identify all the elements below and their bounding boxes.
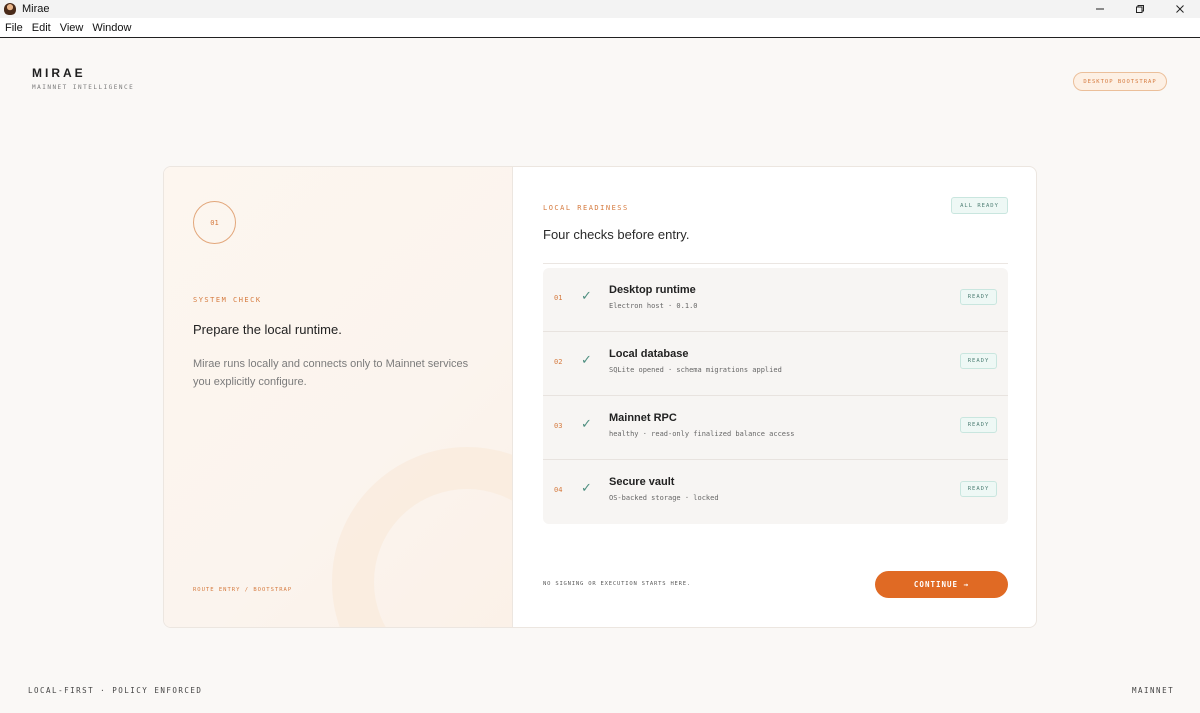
- check-number: 03: [554, 422, 563, 430]
- menu-view[interactable]: View: [60, 22, 84, 34]
- checkmark-icon: ✓: [581, 288, 592, 303]
- minimize-button[interactable]: [1080, 0, 1120, 18]
- check-title: Mainnet RPC: [609, 412, 677, 424]
- check-detail: OS-backed storage · locked: [609, 494, 719, 502]
- window-controls: [1080, 0, 1200, 18]
- continue-button[interactable]: CONTINUE →: [875, 571, 1008, 598]
- readiness-heading: Four checks before entry.: [543, 227, 690, 242]
- check-detail: Electron host · 0.1.0: [609, 302, 698, 310]
- mode-badge: DESKTOP BOOTSTRAP: [1073, 72, 1167, 91]
- brand-name: MIRAE: [32, 66, 86, 80]
- status-badge: READY: [960, 289, 997, 305]
- footnote: NO SIGNING OR EXECUTION STARTS HERE.: [543, 581, 692, 587]
- brand: MIRAE MAINNET INTELLIGENCE: [32, 66, 134, 91]
- right-panel: LOCAL READINESS Four checks before entry…: [513, 167, 1036, 627]
- app-avatar-icon: [4, 3, 16, 15]
- brand-tagline: MAINNET INTELLIGENCE: [32, 84, 135, 91]
- window-title: Mirae: [22, 3, 50, 15]
- check-title: Desktop runtime: [609, 284, 696, 296]
- status-badge: READY: [960, 417, 997, 433]
- status-badge: READY: [960, 353, 997, 369]
- check-row-secure-vault: 04 ✓ Secure vault OS-backed storage · lo…: [543, 460, 1008, 524]
- menu-bar: File Edit View Window: [0, 18, 1200, 38]
- check-number: 04: [554, 486, 563, 494]
- check-row-desktop-runtime: 01 ✓ Desktop runtime Electron host · 0.1…: [543, 268, 1008, 332]
- checks-list: 01 ✓ Desktop runtime Electron host · 0.1…: [543, 268, 1008, 524]
- close-icon: [1176, 5, 1184, 13]
- checkmark-icon: ✓: [581, 416, 592, 431]
- status-badge: READY: [960, 481, 997, 497]
- system-check-card: 01 SYSTEM CHECK Prepare the local runtim…: [163, 166, 1037, 628]
- check-detail: healthy · read-only finalized balance ac…: [609, 430, 795, 438]
- footer-left: LOCAL-FIRST · POLICY ENFORCED: [28, 686, 203, 695]
- step-indicator: 01: [193, 201, 236, 244]
- footer-right: MAINNET: [1132, 686, 1175, 695]
- divider: [543, 263, 1008, 264]
- section-label: SYSTEM CHECK: [193, 296, 262, 304]
- title-bar: Mirae: [0, 0, 1200, 18]
- check-title: Secure vault: [609, 476, 675, 488]
- check-row-mainnet-rpc: 03 ✓ Mainnet RPC healthy · read-only fin…: [543, 396, 1008, 460]
- check-number: 01: [554, 294, 563, 302]
- check-row-local-database: 02 ✓ Local database SQLite opened · sche…: [543, 332, 1008, 396]
- check-title: Local database: [609, 348, 689, 360]
- checkmark-icon: ✓: [581, 480, 592, 495]
- route-label: ROUTE ENTRY / BOOTSTRAP: [193, 587, 293, 593]
- left-description: Mirae runs locally and connects only to …: [193, 358, 469, 388]
- overall-status-badge: ALL READY: [951, 197, 1008, 214]
- menu-file[interactable]: File: [5, 22, 23, 34]
- checkmark-icon: ✓: [581, 352, 592, 367]
- decorative-arc: [332, 447, 512, 627]
- check-number: 02: [554, 358, 563, 366]
- readiness-label: LOCAL READINESS: [543, 204, 629, 212]
- restore-button[interactable]: [1120, 0, 1160, 18]
- menu-window[interactable]: Window: [92, 22, 131, 34]
- left-panel: 01 SYSTEM CHECK Prepare the local runtim…: [164, 167, 513, 627]
- restore-icon: [1136, 5, 1144, 13]
- close-button[interactable]: [1160, 0, 1200, 18]
- minimize-icon: [1096, 8, 1104, 10]
- check-detail: SQLite opened · schema migrations applie…: [609, 366, 782, 374]
- left-heading: Prepare the local runtime.: [193, 322, 342, 337]
- menu-edit[interactable]: Edit: [32, 22, 51, 34]
